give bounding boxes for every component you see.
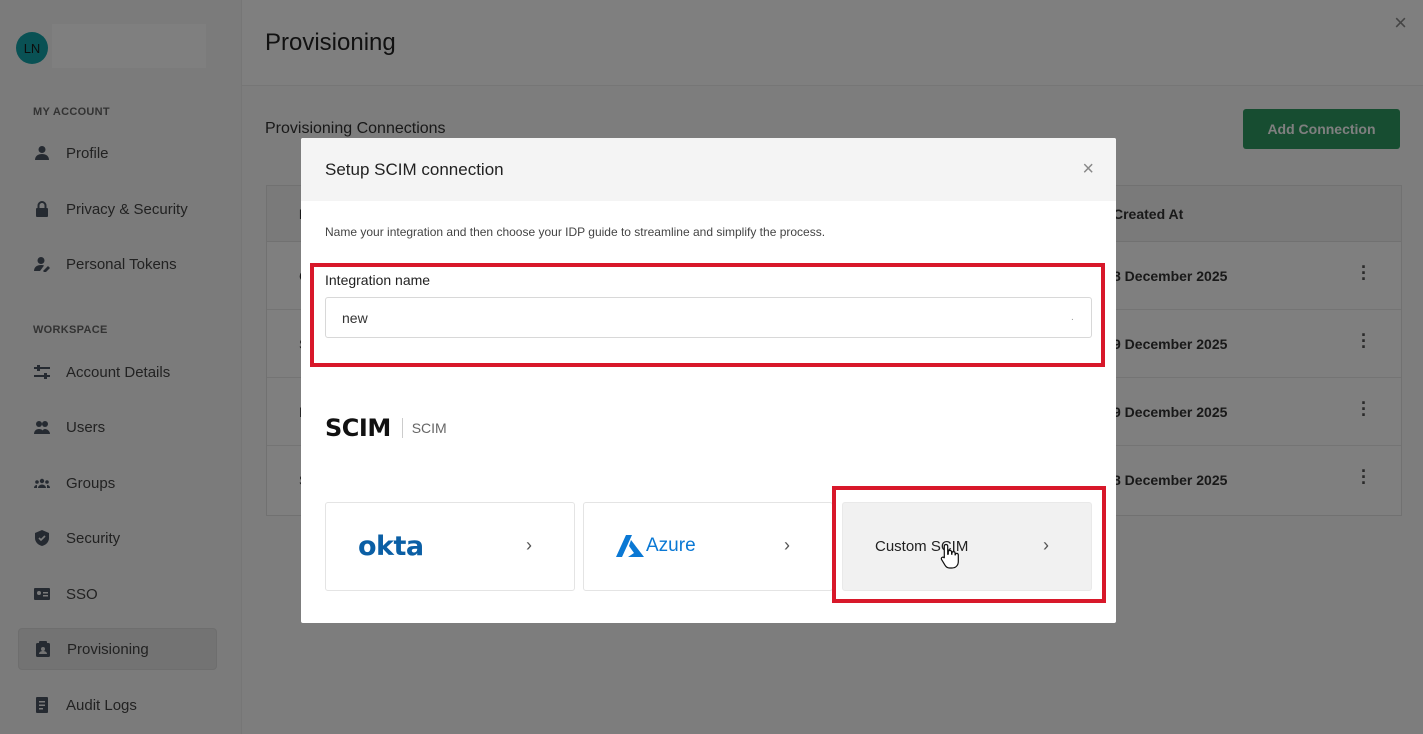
modal-description: Name your integration and then choose yo… <box>325 225 826 239</box>
modal-title: Setup SCIM connection <box>325 160 504 179</box>
hand-cursor-icon <box>940 543 959 569</box>
modal-header: Setup SCIM connection × <box>301 138 1116 201</box>
chevron-right-icon: › <box>784 535 790 555</box>
azure-label: Azure <box>646 535 696 556</box>
azure-mark-icon <box>616 535 644 557</box>
okta-provider-card[interactable]: okta › <box>325 502 575 591</box>
chevron-right-icon: › <box>526 535 532 555</box>
azure-logo: Azure <box>616 535 696 557</box>
scim-caption: SCIM <box>411 420 447 436</box>
custom-scim-highlight <box>832 486 1106 603</box>
okta-logo: okta <box>358 531 424 562</box>
divider <box>401 418 403 438</box>
scim-logo: SCIM SCIM <box>325 414 447 442</box>
scim-logo-text: SCIM <box>325 414 391 442</box>
azure-provider-card[interactable]: Azure › <box>583 502 833 591</box>
close-icon[interactable]: × <box>1082 158 1094 181</box>
integration-name-highlight <box>310 263 1105 367</box>
